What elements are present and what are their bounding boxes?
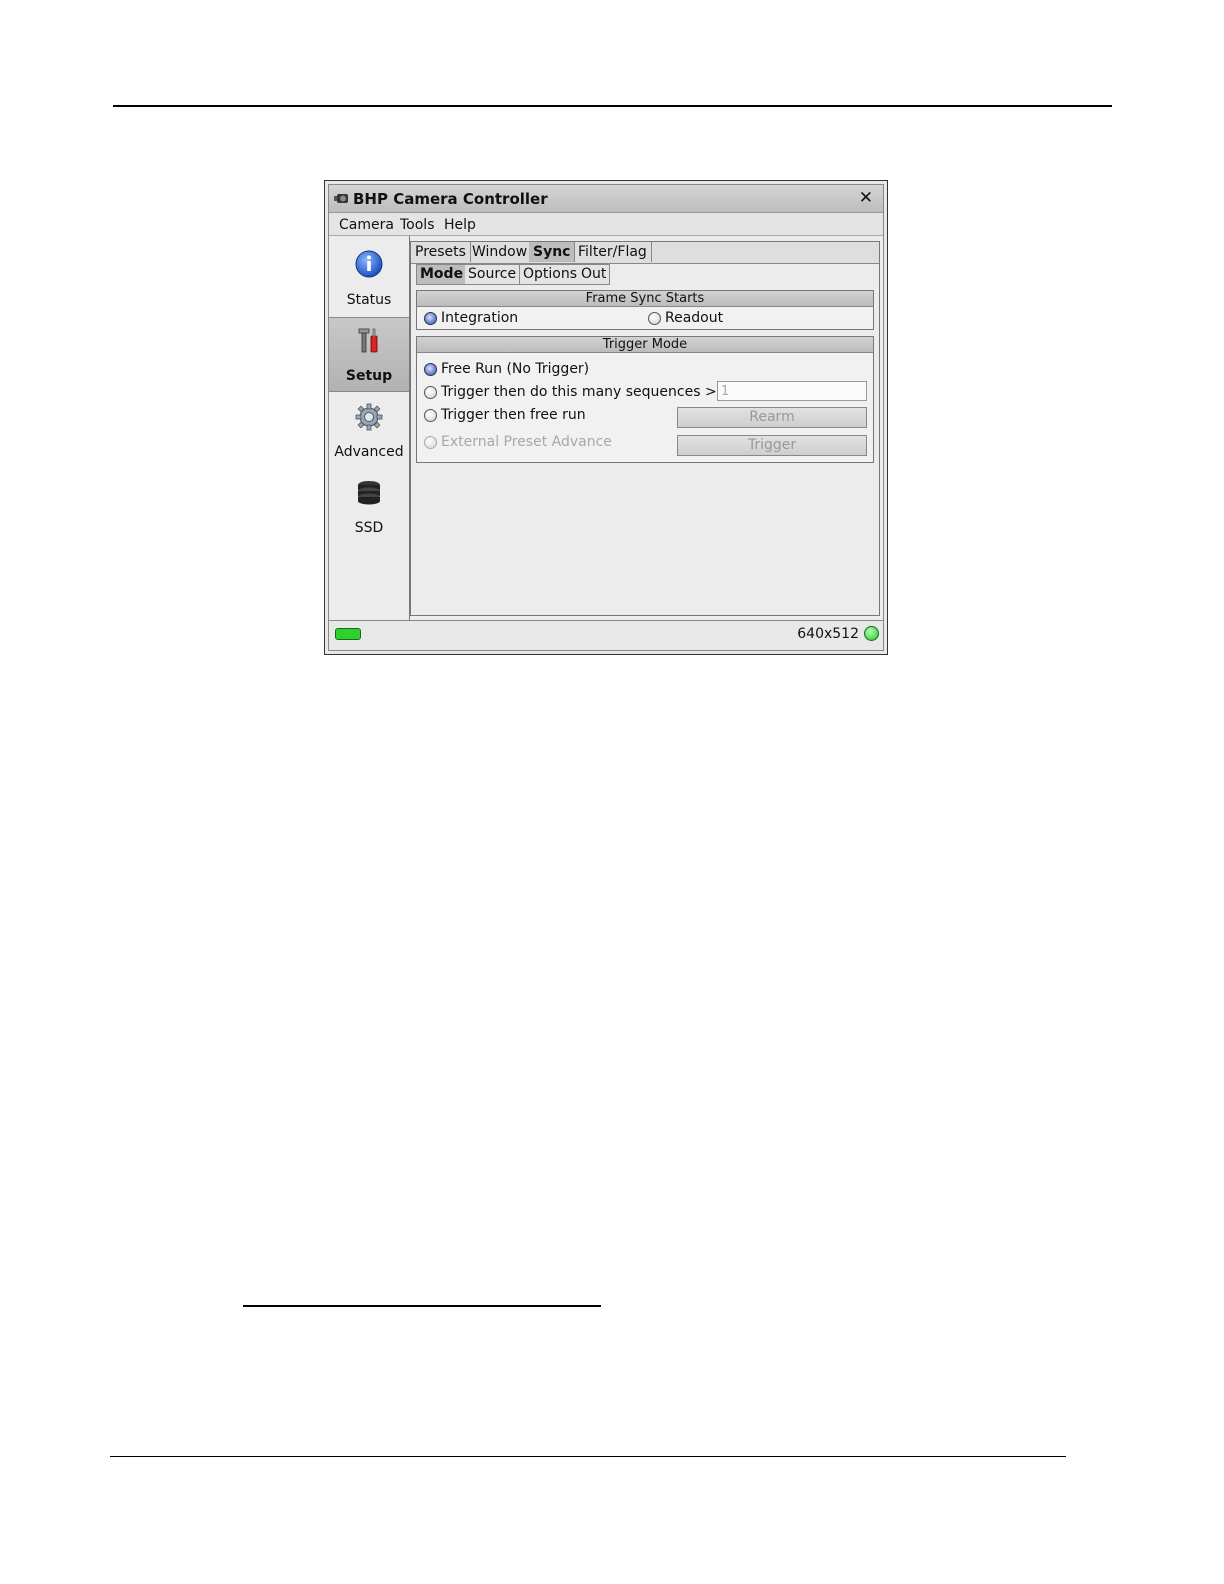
tab-sync[interactable]: Sync	[529, 242, 576, 262]
camera-icon	[334, 194, 348, 203]
radio-label: Trigger then do this many sequences >>	[441, 384, 729, 400]
disk-stack-icon	[358, 481, 380, 505]
radio-label: Readout	[665, 310, 724, 326]
tab-window[interactable]: Window	[468, 242, 533, 262]
subtab-mode[interactable]: Mode	[416, 264, 468, 285]
window-title: BHP Camera Controller	[353, 190, 548, 208]
status-bar: 640x512	[329, 620, 883, 650]
rearm-button[interactable]: Rearm	[677, 407, 867, 428]
tab-presets[interactable]: Presets	[411, 242, 471, 262]
radio-label: Trigger then free run	[441, 407, 586, 423]
sidebar: Status Setup Advanced SSD	[329, 236, 410, 620]
page-footer-rule	[110, 1456, 1066, 1457]
menu-bar: Camera Tools Help	[329, 213, 883, 236]
connection-led-icon	[335, 628, 361, 640]
sidebar-item-label: Status	[346, 292, 392, 308]
radio-indicator	[424, 385, 437, 399]
group-title: Trigger Mode	[417, 337, 873, 353]
sidebar-item-ssd[interactable]: SSD	[329, 468, 409, 542]
sidebar-item-label: Setup	[345, 368, 393, 384]
group-title: Frame Sync Starts	[417, 291, 873, 307]
status-led-icon	[864, 626, 879, 641]
frame-sync-group: Frame Sync Starts Integration Readout	[416, 290, 874, 330]
subtab-options[interactable]: Options	[520, 264, 582, 285]
radio-trigger-free-run[interactable]: Trigger then free run	[424, 407, 586, 423]
app-window: BHP Camera Controller ✕ Camera Tools Hel…	[324, 180, 888, 655]
tools-icon	[358, 328, 378, 353]
radio-selected-indicator	[424, 311, 437, 325]
radio-integration[interactable]: Integration	[424, 310, 518, 326]
radio-label: External Preset Advance	[441, 434, 612, 450]
radio-label: Free Run (No Trigger)	[441, 361, 590, 377]
close-button[interactable]: ✕	[859, 188, 873, 208]
tab-filter-flag[interactable]: Filter/Flag	[574, 242, 652, 262]
sidebar-item-label: SSD	[354, 520, 384, 536]
radio-readout[interactable]: Readout	[648, 310, 723, 326]
radio-indicator	[424, 435, 437, 449]
trigger-mode-group: Trigger Mode Free Run (No Trigger) Trigg…	[416, 336, 874, 463]
radio-label: Integration	[441, 310, 519, 326]
sequence-count-input[interactable]	[717, 381, 867, 401]
tab-bar: Presets Window Sync Filter/Flag	[411, 242, 879, 264]
main-panel: Presets Window Sync Filter/Flag Mode Sou…	[410, 241, 880, 616]
page-header-rule	[113, 105, 1112, 107]
radio-indicator	[424, 408, 437, 422]
menu-tools[interactable]: Tools	[400, 217, 435, 233]
gear-icon	[355, 403, 383, 431]
sidebar-item-advanced[interactable]: Advanced	[329, 392, 409, 466]
menu-help[interactable]: Help	[444, 217, 476, 233]
subtab-source[interactable]: Source	[465, 264, 521, 285]
radio-free-run[interactable]: Free Run (No Trigger)	[424, 361, 589, 377]
trigger-button[interactable]: Trigger	[677, 435, 867, 456]
menu-camera[interactable]: Camera	[339, 217, 394, 233]
sidebar-item-setup[interactable]: Setup	[329, 317, 409, 392]
title-bar[interactable]: BHP Camera Controller ✕	[329, 185, 883, 213]
info-icon	[355, 250, 383, 278]
window-frame: BHP Camera Controller ✕ Camera Tools Hel…	[328, 184, 884, 651]
radio-indicator	[648, 311, 661, 325]
sidebar-item-label: Advanced	[334, 444, 404, 460]
resolution-label: 640x512	[797, 626, 859, 642]
radio-external-preset-advance[interactable]: External Preset Advance	[424, 434, 612, 450]
radio-trigger-sequences[interactable]: Trigger then do this many sequences >>	[424, 384, 728, 400]
radio-selected-indicator	[424, 362, 437, 376]
subtab-out[interactable]: Out	[578, 264, 611, 285]
footnote-rule	[243, 1305, 601, 1307]
sidebar-item-status[interactable]: Status	[329, 236, 409, 316]
